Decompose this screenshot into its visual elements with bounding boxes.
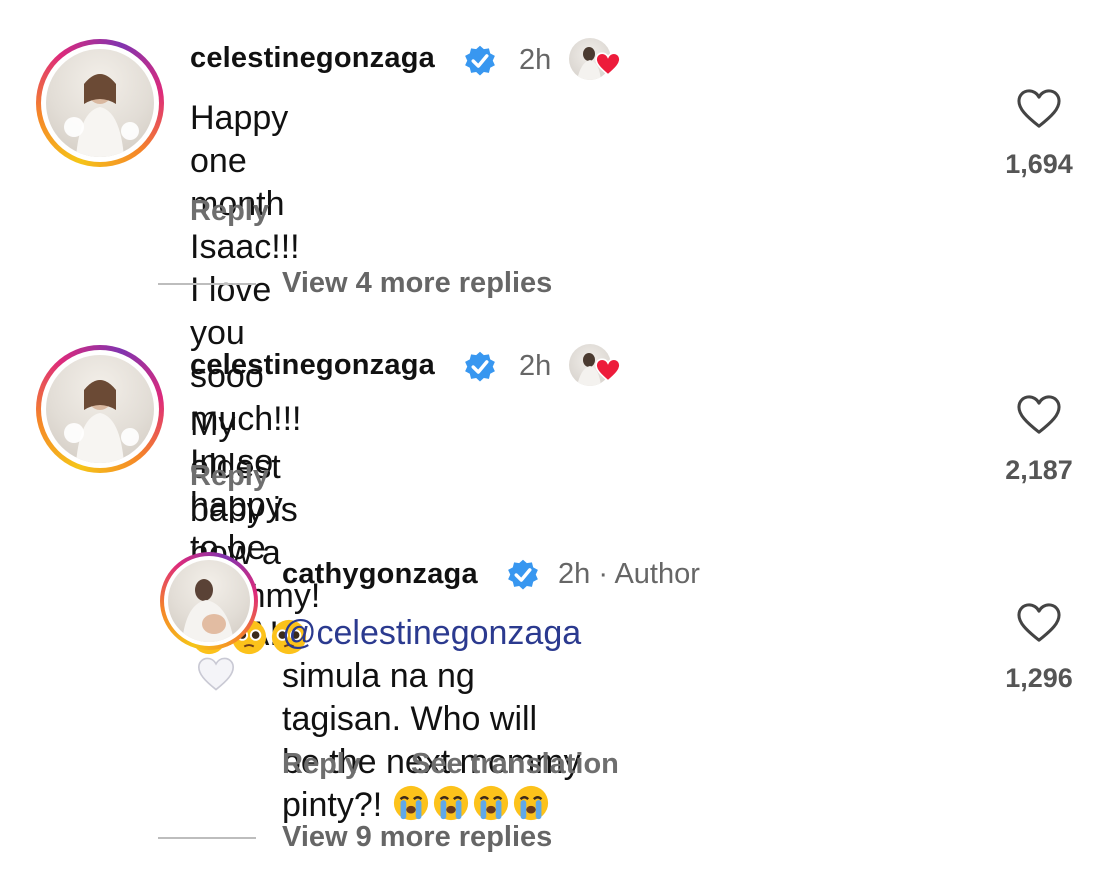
like-count: 1,296: [1005, 663, 1073, 693]
username[interactable]: celestinegonzaga: [190, 42, 435, 75]
view-more-replies[interactable]: View 4 more replies: [158, 267, 552, 300]
see-translation-button[interactable]: See translation: [411, 748, 619, 781]
comment-text: @celestinegonzaga simula na ng tagisan. …: [282, 614, 582, 824]
username[interactable]: cathygonzaga: [282, 558, 478, 591]
reply-button[interactable]: Reply: [282, 748, 361, 781]
timestamp: 2h: [519, 44, 552, 76]
heart-outline-icon[interactable]: [1016, 602, 1062, 644]
loudly-crying-face-emoji: [473, 785, 508, 821]
red-heart-icon: [595, 358, 621, 382]
white-heart-emoji: [197, 657, 235, 691]
divider: [158, 282, 256, 285]
avatar[interactable]: [36, 39, 164, 167]
username[interactable]: celestinegonzaga: [190, 349, 435, 382]
divider: [158, 836, 256, 839]
loudly-crying-face-emoji: [433, 785, 468, 821]
view-more-replies[interactable]: View 9 more replies: [158, 821, 552, 854]
author-tag: · Author: [598, 558, 700, 590]
mention-link[interactable]: @celestinegonzaga: [282, 614, 581, 652]
heart-outline-icon[interactable]: [1016, 88, 1062, 130]
avatar[interactable]: [36, 345, 164, 473]
heart-outline-icon[interactable]: [1016, 394, 1062, 436]
like-count: 2,187: [1005, 455, 1073, 485]
verified-badge-icon: [508, 559, 538, 590]
timestamp: 2h · Author: [558, 558, 700, 590]
verified-badge-icon: [465, 351, 495, 382]
reply-button[interactable]: Reply: [190, 195, 269, 228]
timestamp: 2h: [519, 350, 552, 382]
reply-button[interactable]: Reply: [190, 460, 269, 493]
like-count: 1,694: [1005, 149, 1073, 179]
red-heart-icon: [595, 52, 621, 76]
verified-badge-icon: [465, 45, 495, 76]
loudly-crying-face-emoji: [393, 785, 428, 821]
loudly-crying-face-emoji: [513, 785, 548, 821]
avatar[interactable]: [160, 552, 258, 650]
